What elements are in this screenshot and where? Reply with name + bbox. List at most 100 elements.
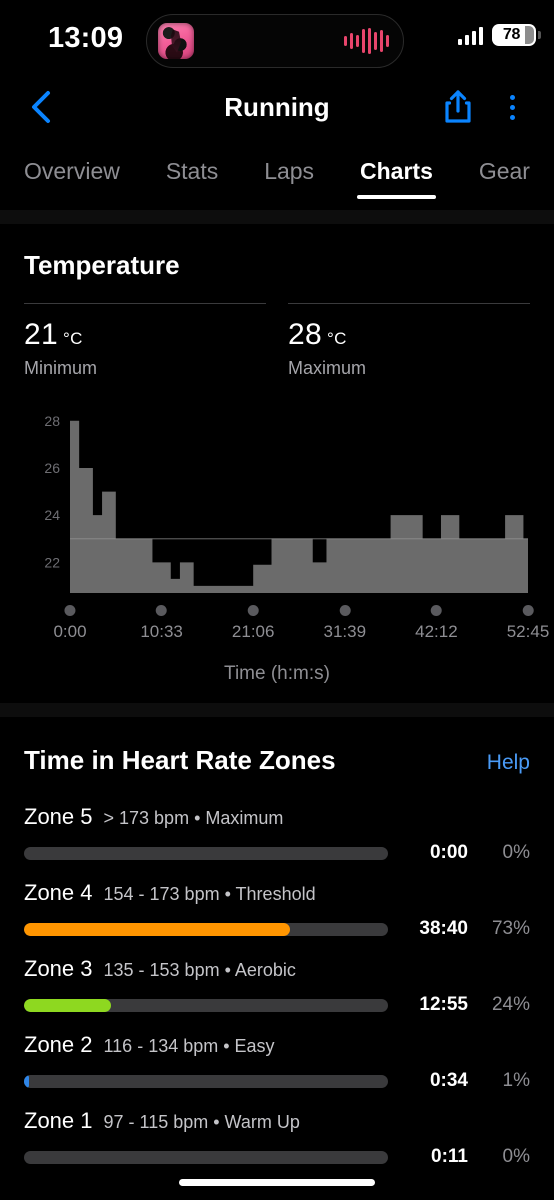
chart-x-tick-label: 10:33 — [140, 622, 183, 641]
dynamic-island[interactable] — [146, 14, 404, 68]
zone-range: 154 - 173 bpm • Threshold — [103, 884, 316, 904]
zone-header: Zone 1 97 - 115 bpm • Warm Up — [24, 1108, 530, 1134]
navigation-bar: Running — [0, 76, 554, 140]
tab-stats[interactable]: Stats — [160, 152, 224, 203]
zone-bar-line: 38:40 73% — [24, 918, 530, 940]
temperature-minimum-unit: °C — [62, 329, 83, 348]
temperature-minimum-number: 21 — [24, 318, 58, 351]
zone-percent: 0% — [502, 842, 530, 863]
more-dot — [509, 94, 515, 100]
chart-y-tick-label: 26 — [44, 460, 60, 476]
chart-x-tick-label: 31:39 — [323, 622, 367, 641]
temperature-chart-svg: 22 24 26 28 — [44, 413, 528, 593]
zone-range: 97 - 115 bpm • Warm Up — [103, 1112, 300, 1132]
zone-name: Zone 2 — [24, 1032, 93, 1057]
zone-bar-line: 0:11 0% — [24, 1146, 530, 1168]
temperature-minimum-value: 21 °C — [24, 318, 266, 352]
chart-x-tick: 31:39 — [323, 605, 367, 642]
heart-rate-zones-card: Time in Heart Rate Zones Help Zone 5 > 17… — [0, 717, 554, 1170]
share-icon — [445, 90, 471, 123]
temperature-minimum-label: Minimum — [24, 358, 98, 378]
temperature-title: Temperature — [24, 250, 180, 280]
heart-rate-zones-list: Zone 5 > 173 bpm • Maximum 0:00 0% Zone 4 154… — [24, 790, 530, 1170]
home-indicator[interactable] — [179, 1179, 375, 1186]
temperature-maximum-unit: °C — [326, 329, 347, 348]
temperature-area-series — [70, 420, 528, 593]
zone-name: Zone 4 — [24, 880, 93, 905]
zone-percent: 73% — [491, 918, 530, 939]
zone-bar-line: 0:00 0% — [24, 842, 530, 864]
battery-nub — [538, 31, 541, 39]
zone-time: 0:34 — [429, 1070, 468, 1091]
chart-x-tick-dot — [247, 605, 259, 616]
heart-rate-zone-row: Zone 3 135 - 153 bpm • Aerobic 12:55 24% — [24, 942, 530, 1018]
help-link[interactable]: Help — [487, 751, 530, 775]
chart-x-tick-dot — [64, 605, 76, 616]
chart-x-tick-dot — [430, 605, 442, 616]
section-divider-2 — [0, 703, 554, 717]
chart-x-tick-label: 21:06 — [231, 622, 275, 641]
chart-x-axis-label: Time (h:m:s) — [224, 663, 330, 684]
zone-progress-track — [24, 1150, 388, 1164]
more-options-button[interactable] — [500, 90, 524, 124]
heart-rate-zone-row: Zone 1 97 - 115 bpm • Warm Up 0:11 0% — [24, 1094, 530, 1170]
zone-percent: 1% — [502, 1070, 530, 1091]
zone-name: Zone 3 — [24, 956, 93, 981]
chart-x-tick-label: 42:12 — [415, 622, 458, 641]
tab-laps[interactable]: Laps — [258, 152, 320, 203]
zone-percent: 24% — [491, 994, 530, 1015]
more-dot — [509, 114, 515, 120]
zone-name: Zone 1 — [24, 1108, 93, 1133]
chart-x-tick-label: 52:45 — [506, 622, 550, 641]
zone-name: Zone 5 — [24, 804, 93, 829]
chart-x-tick: 42:12 — [415, 605, 458, 642]
temperature-chart[interactable]: 22 24 26 28 — [24, 401, 530, 601]
temperature-maximum-label: Maximum — [288, 358, 367, 378]
battery-remaining-fill — [525, 26, 534, 44]
zone-progress-fill — [24, 922, 290, 936]
zone-time: 0:00 — [429, 842, 468, 863]
zone-percent: 0% — [502, 1146, 530, 1167]
zone-header: Zone 4 154 - 173 bpm • Threshold — [24, 880, 530, 906]
share-button[interactable] — [441, 88, 475, 131]
battery-icon: 78 — [492, 24, 541, 46]
section-divider — [0, 210, 554, 224]
heart-rate-zone-row: Zone 5 > 173 bpm • Maximum 0:00 0% — [24, 790, 530, 866]
chart-y-tick-label: 28 — [44, 413, 60, 429]
stat-rule — [288, 303, 530, 304]
audio-waveform-icon — [344, 28, 389, 54]
chart-y-tick-label: 24 — [44, 507, 60, 523]
temperature-maximum-stat: 28 °C Maximum — [288, 303, 530, 379]
zone-header: Zone 5 > 173 bpm • Maximum — [24, 804, 530, 830]
tab-bar: Overview Stats Laps Charts Gear — [0, 140, 554, 210]
stat-rule — [24, 303, 266, 304]
zone-bar-line: 0:34 1% — [24, 1070, 530, 1092]
chart-x-axis: 0:00 10:33 21:06 31:39 42:12 52:45 — [24, 605, 549, 655]
battery-percent-label: 78 — [502, 26, 521, 43]
zone-header: Zone 2 116 - 134 bpm • Easy — [24, 1032, 530, 1058]
status-bar-time: 13:09 — [48, 22, 124, 54]
zone-progress-track — [24, 1074, 388, 1088]
heart-rate-zone-row: Zone 2 116 - 134 bpm • Easy 0:34 1% — [24, 1018, 530, 1094]
temperature-minimum-stat: 21 °C Minimum — [24, 303, 266, 379]
zone-progress-fill — [24, 998, 112, 1012]
tab-gear[interactable]: Gear — [473, 152, 536, 203]
zone-progress-fill — [24, 1074, 30, 1088]
chart-x-tick-dot — [156, 605, 168, 616]
zone-time: 12:55 — [419, 994, 468, 1015]
temperature-card: Temperature 21 °C Minimum 28 °C Maximum 22… — [0, 224, 554, 685]
chart-x-tick: 10:33 — [140, 605, 183, 642]
zone-progress-track — [24, 846, 388, 860]
temperature-maximum-value: 28 °C — [288, 318, 530, 352]
status-bar: 13:09 78 — [0, 0, 554, 76]
zone-header: Zone 3 135 - 153 bpm • Aerobic — [24, 956, 530, 982]
app-screen: 13:09 78 Running Overview Stats Laps Cha… — [0, 0, 554, 1200]
more-dot — [509, 104, 515, 110]
album-artwork-icon[interactable] — [158, 23, 194, 59]
tab-overview[interactable]: Overview — [18, 152, 126, 203]
heart-rate-zone-row: Zone 4 154 - 173 bpm • Threshold 38:40 73% — [24, 866, 530, 942]
chart-x-tick-label: 0:00 — [53, 622, 87, 641]
tab-charts[interactable]: Charts — [354, 152, 439, 203]
zone-progress-track — [24, 922, 388, 936]
zone-range: > 173 bpm • Maximum — [103, 808, 284, 828]
